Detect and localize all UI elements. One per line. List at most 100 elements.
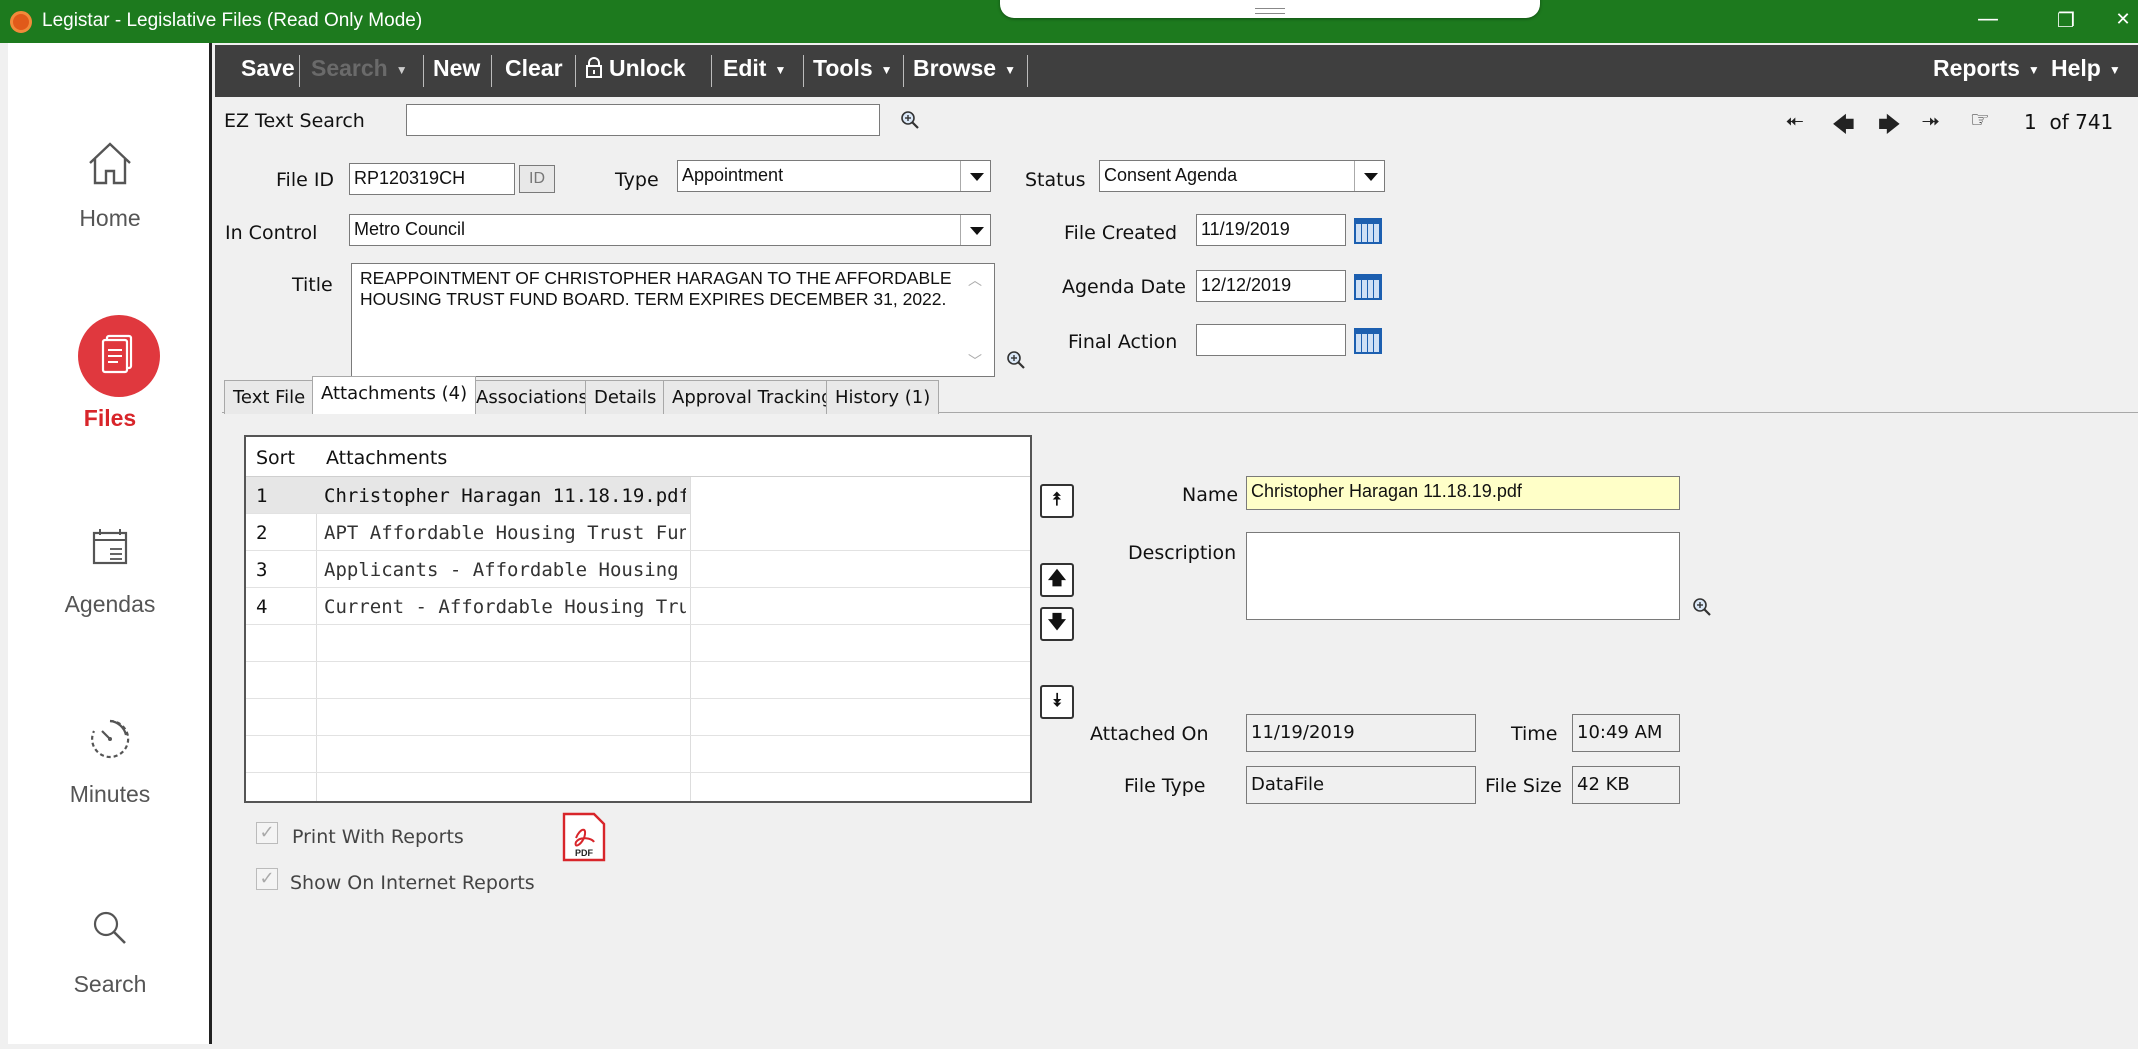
- help-menu-label: Help: [2051, 55, 2101, 81]
- pdf-icon-text: PDF: [575, 848, 594, 858]
- first-record-icon[interactable]: ⯬: [1786, 108, 1804, 133]
- move-up-button[interactable]: 🡅: [1040, 563, 1074, 597]
- sidebar-item-label: Minutes: [69, 781, 151, 807]
- record-current: 1: [2024, 110, 2037, 134]
- name-field[interactable]: Christopher Haragan 11.18.19.pdf: [1246, 476, 1680, 510]
- agenda-date-field[interactable]: 12/12/2019: [1196, 270, 1346, 302]
- tab-approval-tracking[interactable]: Approval Tracking: [663, 380, 842, 414]
- type-value: Appointment: [682, 165, 784, 185]
- description-field[interactable]: [1246, 532, 1680, 620]
- status-select[interactable]: Consent Agenda: [1099, 160, 1385, 192]
- calendar-icon[interactable]: [1354, 274, 1382, 300]
- table-row[interactable]: 4 Current - Affordable Housing Trust ...: [246, 588, 1030, 625]
- home-icon: [89, 142, 131, 185]
- zoom-in-icon[interactable]: [1692, 597, 1712, 617]
- table-row[interactable]: 2 APT Affordable Housing Trust Fund ...: [246, 514, 1030, 551]
- table-row[interactable]: 1 Christopher Haragan 11.18.19.pdf: [246, 477, 690, 514]
- browse-menu-label: Browse: [913, 55, 997, 81]
- scroll-down-icon[interactable]: ﹀: [968, 351, 982, 372]
- id-button[interactable]: ID: [519, 165, 555, 193]
- ez-search-input[interactable]: [406, 104, 880, 136]
- final-action-field[interactable]: [1196, 324, 1346, 356]
- window-title-bar: Legistar - Legislative Files (Read Only …: [0, 0, 2138, 43]
- previous-record-icon[interactable]: 🡄: [1832, 108, 1855, 146]
- in-control-select[interactable]: Metro Council: [349, 214, 991, 246]
- move-down-button[interactable]: 🡇: [1040, 607, 1074, 641]
- clear-button[interactable]: Clear: [505, 55, 563, 82]
- toolbar-divider: [575, 55, 576, 87]
- in-control-value: Metro Council: [354, 219, 466, 239]
- next-record-icon[interactable]: 🡆: [1878, 108, 1901, 146]
- table-row[interactable]: 3 Applicants - Affordable Housing Tru...: [246, 551, 1030, 588]
- grip-icon: [1255, 8, 1285, 14]
- print-with-reports-checkbox[interactable]: ✓: [256, 822, 278, 844]
- chevron-down-icon[interactable]: [960, 161, 990, 191]
- chevron-down-icon: ▼: [774, 62, 787, 77]
- move-to-bottom-button[interactable]: ⯯: [1040, 685, 1074, 719]
- type-select[interactable]: Appointment: [677, 160, 991, 192]
- main-toolbar: Save Search ▼ New Clear Unlock Edit ▼ Tool…: [215, 45, 2138, 97]
- show-on-internet-checkbox[interactable]: ✓: [256, 868, 278, 890]
- description-label: Description: [1128, 542, 1237, 564]
- sidebar-item-label: Agendas: [64, 591, 156, 617]
- tab-text-file[interactable]: Text File: [224, 380, 315, 414]
- reports-menu-button[interactable]: Reports ▼: [1933, 55, 2040, 82]
- save-button[interactable]: Save: [241, 55, 295, 82]
- calendar-icon[interactable]: [1354, 328, 1382, 354]
- sidebar-item-search[interactable]: Search: [8, 899, 212, 1049]
- scroll-up-icon[interactable]: ︿: [968, 270, 982, 291]
- zoom-in-icon[interactable]: [1006, 350, 1026, 370]
- file-created-field[interactable]: 11/19/2019: [1196, 214, 1346, 246]
- unlock-button[interactable]: Unlock: [585, 55, 686, 82]
- calendar-icon[interactable]: [1354, 218, 1382, 244]
- title-label: Title: [292, 274, 333, 296]
- file-id-field[interactable]: RP120319CH: [349, 163, 515, 195]
- row-name: APT Affordable Housing Trust Fund ...: [324, 522, 686, 544]
- toolbar-divider: [903, 55, 904, 87]
- window-title: Legistar - Legislative Files (Read Only …: [42, 10, 423, 31]
- sidebar-item-label: Search: [73, 971, 147, 997]
- toolbar-divider: [711, 55, 712, 87]
- row-sort: 3: [256, 559, 268, 581]
- sidebar-item-home[interactable]: Home: [8, 133, 212, 283]
- edit-menu-button[interactable]: Edit ▼: [723, 55, 786, 82]
- sidebar-item-minutes[interactable]: Minutes: [8, 709, 212, 859]
- tab-details[interactable]: Details: [585, 380, 666, 414]
- chevron-down-icon: ▼: [395, 62, 408, 77]
- minimize-button[interactable]: —: [1958, 4, 2018, 36]
- toolbar-divider: [491, 55, 492, 87]
- search-menu-button[interactable]: Search ▼: [311, 55, 408, 82]
- help-menu-button[interactable]: Help ▼: [2051, 55, 2121, 82]
- sidebar-item-agendas[interactable]: Agendas: [8, 519, 212, 669]
- attachments-grid[interactable]: Sort Attachments 1 Christopher Haragan 1…: [244, 435, 1032, 803]
- zoom-in-icon[interactable]: [900, 110, 920, 130]
- restore-button[interactable]: ❐: [2036, 4, 2096, 36]
- column-header-attachments[interactable]: Attachments: [326, 447, 447, 469]
- tools-menu-button[interactable]: Tools ▼: [813, 55, 893, 82]
- status-value: Consent Agenda: [1104, 165, 1238, 185]
- tab-history[interactable]: History (1): [826, 380, 940, 414]
- chevron-down-icon: ▼: [2027, 62, 2040, 77]
- column-header-sort[interactable]: Sort: [256, 447, 295, 469]
- close-button[interactable]: ✕: [2108, 4, 2138, 36]
- sidebar-item-label: Files: [83, 405, 137, 431]
- browse-menu-button[interactable]: Browse ▼: [913, 55, 1016, 82]
- new-button[interactable]: New: [433, 55, 480, 82]
- file-type-field: DataFile: [1246, 766, 1476, 804]
- sidebar-item-files[interactable]: Files: [8, 315, 212, 465]
- chevron-down-icon: ▼: [880, 62, 893, 77]
- chevron-down-icon[interactable]: [1354, 161, 1384, 191]
- files-icon: [101, 334, 133, 374]
- grid-header-row: Sort Attachments: [246, 437, 1030, 477]
- tab-attachments[interactable]: Attachments (4): [312, 376, 477, 414]
- type-label: Type: [615, 169, 659, 191]
- tools-menu-label: Tools: [813, 55, 873, 81]
- chevron-down-icon[interactable]: [960, 215, 990, 245]
- go-to-record-icon[interactable]: ☞: [1970, 108, 1990, 133]
- last-record-icon[interactable]: ⯮: [1922, 108, 1940, 133]
- tab-associations[interactable]: Associations: [467, 380, 597, 414]
- pdf-file-icon[interactable]: PDF: [562, 812, 606, 862]
- title-textarea[interactable]: REAPPOINTMENT OF CHRISTOPHER HARAGAN TO …: [351, 263, 995, 377]
- row-name: Christopher Haragan 11.18.19.pdf: [324, 485, 686, 507]
- move-to-top-button[interactable]: ⯭: [1040, 484, 1074, 518]
